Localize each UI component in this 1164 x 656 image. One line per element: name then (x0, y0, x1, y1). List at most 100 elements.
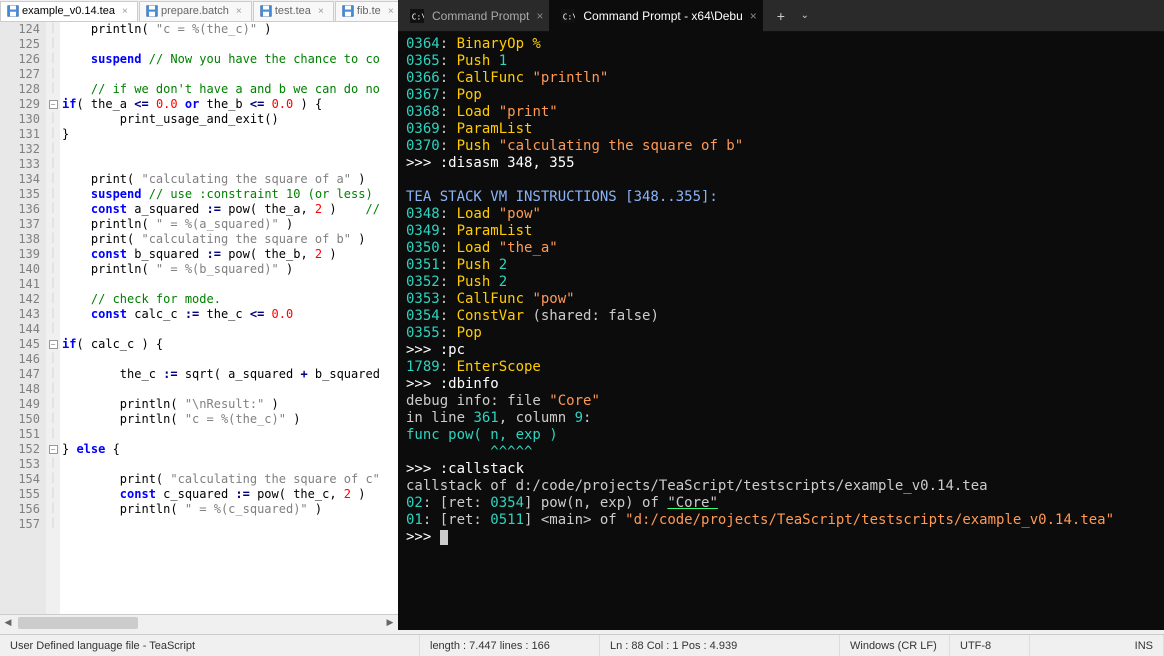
code-line[interactable]: println( " = %(b_squared)" ) (60, 262, 398, 277)
code-line[interactable]: // if we don't have a and b we can do no (60, 82, 398, 97)
terminal-line: 0366: CallFunc "println" (406, 70, 1156, 87)
terminal-line: >>> :disasm 348, 355 (406, 155, 1156, 172)
code-line[interactable] (60, 517, 398, 532)
code-line[interactable]: } else { (60, 442, 398, 457)
code-line[interactable]: println( "c = %(the_c)" ) (60, 22, 398, 37)
new-tab-button[interactable]: + (767, 2, 795, 30)
code-line[interactable] (60, 142, 398, 157)
editor-tab[interactable]: fib.te × (335, 1, 404, 21)
cursor (440, 530, 448, 545)
code-line[interactable] (60, 427, 398, 442)
horizontal-scrollbar[interactable]: ◀ ▶ (0, 614, 398, 630)
terminal-line: TEA STACK VM INSTRUCTIONS [348..355]: (406, 189, 1156, 206)
code-line[interactable]: const b_squared := pow( the_b, 2 ) (60, 247, 398, 262)
close-icon[interactable]: × (385, 5, 397, 17)
scroll-right-arrow[interactable]: ▶ (382, 616, 398, 630)
code-line[interactable] (60, 382, 398, 397)
file-icon (146, 5, 158, 17)
scroll-thumb[interactable] (18, 617, 138, 629)
code-line[interactable]: println( "c = %(the_c)" ) (60, 412, 398, 427)
terminal-line: 0352: Push 2 (406, 274, 1156, 291)
file-icon (342, 5, 354, 17)
status-eol: Windows (CR LF) (840, 635, 950, 656)
status-position: Ln : 88 Col : 1 Pos : 4.939 (600, 635, 840, 656)
terminal-line: 0350: Load "the_a" (406, 240, 1156, 257)
code-line[interactable] (60, 157, 398, 172)
terminal-output[interactable]: 0364: BinaryOp %0365: Push 10366: CallFu… (398, 32, 1164, 630)
fold-column: │││││−│││││││││││││││−││││││−│││││ (46, 22, 60, 630)
code-line[interactable]: print( "calculating the square of b" ) (60, 232, 398, 247)
svg-text:C:\: C:\ (412, 12, 424, 21)
terminal-tab[interactable]: C:\ Command Prompt - x64\Debu × (549, 0, 762, 32)
terminal-line: >>> :callstack (406, 461, 1156, 478)
code-line[interactable] (60, 277, 398, 292)
tab-label: prepare.batch (161, 5, 229, 17)
terminal-line: >>> (406, 529, 1156, 546)
close-icon[interactable]: × (119, 5, 131, 17)
code-line[interactable]: if( calc_c ) { (60, 337, 398, 352)
svg-text:C:\: C:\ (563, 12, 575, 21)
terminal-line: 0354: ConstVar (shared: false) (406, 308, 1156, 325)
code-line[interactable] (60, 322, 398, 337)
file-icon (260, 5, 272, 17)
terminal-line: callstack of d:/code/projects/TeaScript/… (406, 478, 1156, 495)
code-line[interactable]: if( the_a <= 0.0 or the_b <= 0.0 ) { (60, 97, 398, 112)
terminal-tab[interactable]: C:\ Command Prompt × (398, 0, 549, 32)
terminal-line: in line 361, column 9: (406, 410, 1156, 427)
code-line[interactable]: } (60, 127, 398, 142)
editor-tab[interactable]: prepare.batch × (139, 1, 252, 21)
terminal-pane: C:\ Command Prompt × C:\ Command Prompt - x6… (398, 0, 1164, 630)
terminal-line: 0367: Pop (406, 87, 1156, 104)
terminal-tab-label: Command Prompt (432, 9, 529, 23)
code-line[interactable]: // check for mode. (60, 292, 398, 307)
code-line[interactable]: println( " = %(a_squared)" ) (60, 217, 398, 232)
file-icon (7, 5, 19, 17)
scroll-left-arrow[interactable]: ◀ (0, 616, 16, 630)
fold-toggle[interactable]: − (49, 445, 58, 454)
terminal-tab-label: Command Prompt - x64\Debu (583, 9, 742, 23)
terminal-tab-bar: C:\ Command Prompt × C:\ Command Prompt - x6… (398, 0, 1164, 32)
editor-tab-bar: example_v0.14.tea×prepare.batch×test.tea… (0, 0, 398, 22)
terminal-line: 0365: Push 1 (406, 53, 1156, 70)
code-line[interactable]: print( "calculating the square of c" (60, 472, 398, 487)
code-line[interactable]: the_c := sqrt( a_squared + b_squared (60, 367, 398, 382)
code-line[interactable] (60, 352, 398, 367)
status-encoding: UTF-8 (950, 635, 1030, 656)
code-line[interactable]: println( "\nResult:" ) (60, 397, 398, 412)
close-icon[interactable]: × (315, 5, 327, 17)
code-line[interactable]: const calc_c := the_c <= 0.0 (60, 307, 398, 322)
fold-toggle[interactable]: − (49, 340, 58, 349)
editor-pane: example_v0.14.tea×prepare.batch×test.tea… (0, 0, 398, 630)
close-icon[interactable]: × (233, 5, 245, 17)
code-line[interactable]: println( " = %(c_squared)" ) (60, 502, 398, 517)
terminal-line: >>> :dbinfo (406, 376, 1156, 393)
close-icon[interactable]: × (750, 9, 757, 23)
terminal-line: ^^^^^ (406, 444, 1156, 461)
code-line[interactable] (60, 67, 398, 82)
editor-tab[interactable]: test.tea × (253, 1, 334, 21)
close-icon[interactable]: × (536, 9, 543, 23)
tab-menu-dropdown[interactable]: ⌄ (795, 10, 815, 21)
scroll-track[interactable] (16, 616, 382, 630)
code-line[interactable]: print_usage_and_exit() (60, 112, 398, 127)
tab-label: test.tea (275, 5, 311, 17)
code-line[interactable]: const c_squared := pow( the_c, 2 ) (60, 487, 398, 502)
terminal-line: 0353: CallFunc "pow" (406, 291, 1156, 308)
editor-tab[interactable]: example_v0.14.tea × (0, 1, 138, 21)
terminal-line: debug info: file "Core" (406, 393, 1156, 410)
code-line[interactable] (60, 457, 398, 472)
status-bar: User Defined language file - TeaScript l… (0, 634, 1164, 656)
status-lang: User Defined language file - TeaScript (0, 635, 420, 656)
code-area[interactable]: 1241251261271281291301311321331341351361… (0, 22, 398, 630)
terminal-line: 0364: BinaryOp % (406, 36, 1156, 53)
code-line[interactable]: suspend // use :constraint 10 (or less) (60, 187, 398, 202)
code-lines[interactable]: println( "c = %(the_c)" ) suspend // Now… (60, 22, 398, 630)
tab-label: example_v0.14.tea (22, 5, 115, 17)
fold-toggle[interactable]: − (49, 100, 58, 109)
code-line[interactable]: print( "calculating the square of a" ) (60, 172, 398, 187)
code-line[interactable]: suspend // Now you have the chance to co (60, 52, 398, 67)
terminal-line: 0348: Load "pow" (406, 206, 1156, 223)
code-line[interactable] (60, 37, 398, 52)
code-line[interactable]: const a_squared := pow( the_a, 2 ) // (60, 202, 398, 217)
tab-label: fib.te (357, 5, 381, 17)
